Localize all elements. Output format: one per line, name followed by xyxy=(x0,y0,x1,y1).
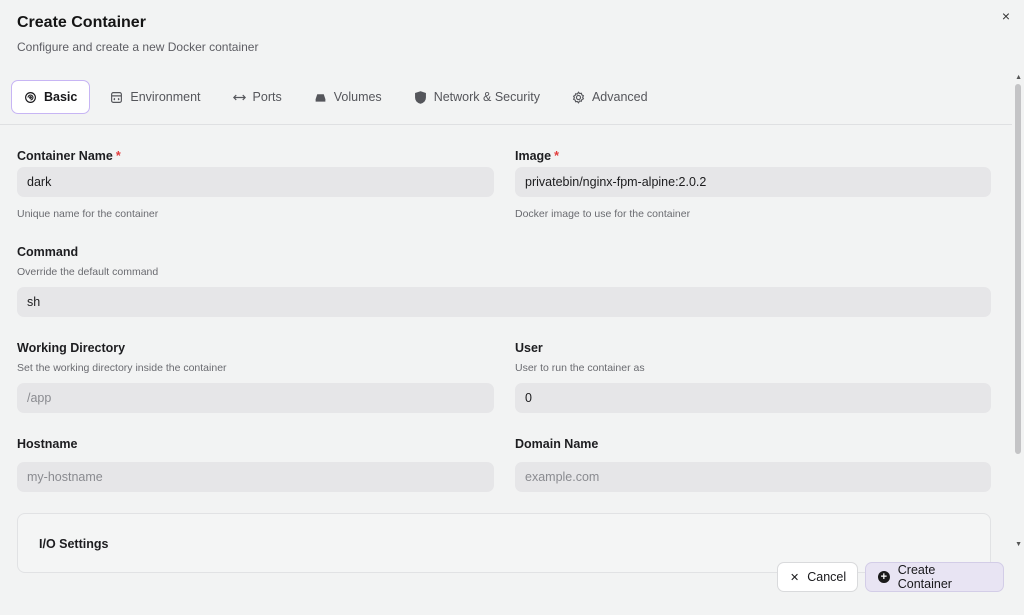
tab-label: Network & Security xyxy=(433,90,540,104)
user-help: User to run the container as xyxy=(515,362,645,374)
plus-circle-icon: + xyxy=(878,571,890,583)
io-settings-title: I/O Settings xyxy=(39,537,109,551)
tab-label: Volumes xyxy=(333,90,382,104)
scroll-down-icon[interactable]: ▼ xyxy=(1015,541,1022,548)
tab-environment[interactable]: Environment xyxy=(98,80,212,114)
scrollbar[interactable]: ▲ ▼ xyxy=(1012,74,1024,548)
tab-basic[interactable]: Basic xyxy=(11,80,91,114)
label-text: Image xyxy=(515,149,552,163)
container-name-input[interactable] xyxy=(17,167,494,197)
command-help: Override the default command xyxy=(17,266,159,278)
container-name-label: Container Name * xyxy=(17,149,121,163)
ports-icon xyxy=(232,94,246,100)
create-label: Create Container xyxy=(897,563,952,591)
shield-icon xyxy=(414,90,426,104)
tab-label: Environment xyxy=(130,90,201,104)
tab-label: Basic xyxy=(44,90,78,104)
close-icon[interactable]: × xyxy=(1002,8,1010,24)
environment-icon xyxy=(111,91,123,103)
close-icon: ✕ xyxy=(790,571,800,584)
gear-icon xyxy=(572,90,585,104)
cancel-label: Cancel xyxy=(807,570,847,584)
required-marker: * xyxy=(115,149,121,163)
label-text: Container Name xyxy=(17,149,113,163)
command-label: Command xyxy=(17,245,79,259)
working-directory-input[interactable] xyxy=(17,383,494,413)
image-label: Image * xyxy=(515,149,559,163)
tab-divider xyxy=(0,124,1012,125)
container-name-help: Unique name for the container xyxy=(17,208,159,220)
image-input[interactable] xyxy=(515,167,991,197)
tab-label: Advanced xyxy=(591,90,648,104)
working-directory-help: Set the working directory inside the con… xyxy=(17,362,227,374)
dialog-subtitle: Configure and create a new Docker contai… xyxy=(17,40,259,54)
hostname-input[interactable] xyxy=(17,462,494,492)
tab-network-security[interactable]: Network & Security xyxy=(402,80,552,114)
dialog-title: Create Container xyxy=(17,14,146,31)
tab-advanced[interactable]: Advanced xyxy=(560,80,660,114)
domain-name-input[interactable] xyxy=(515,462,991,492)
command-input[interactable] xyxy=(17,287,991,317)
user-label: User xyxy=(515,341,543,355)
tab-label: Ports xyxy=(252,90,282,104)
user-input[interactable] xyxy=(515,383,991,413)
working-directory-label: Working Directory xyxy=(17,341,126,355)
image-help: Docker image to use for the container xyxy=(515,208,691,220)
tab-bar: Basic Environment Ports Volumes Network … xyxy=(11,80,668,114)
tab-volumes[interactable]: Volumes xyxy=(302,80,394,114)
basic-icon xyxy=(25,91,36,103)
scroll-up-icon[interactable]: ▲ xyxy=(1015,74,1022,81)
dialog-header: Create Container Configure and create a … xyxy=(17,14,258,54)
create-container-button[interactable]: + Create Container xyxy=(865,562,1004,592)
hostname-label: Hostname xyxy=(17,437,78,451)
required-marker: * xyxy=(554,149,560,163)
domain-name-label: Domain Name xyxy=(515,437,599,451)
cancel-button[interactable]: ✕ Cancel xyxy=(777,562,858,592)
tab-ports[interactable]: Ports xyxy=(221,80,294,114)
scroll-thumb[interactable] xyxy=(1015,84,1021,454)
volumes-icon xyxy=(315,93,326,102)
